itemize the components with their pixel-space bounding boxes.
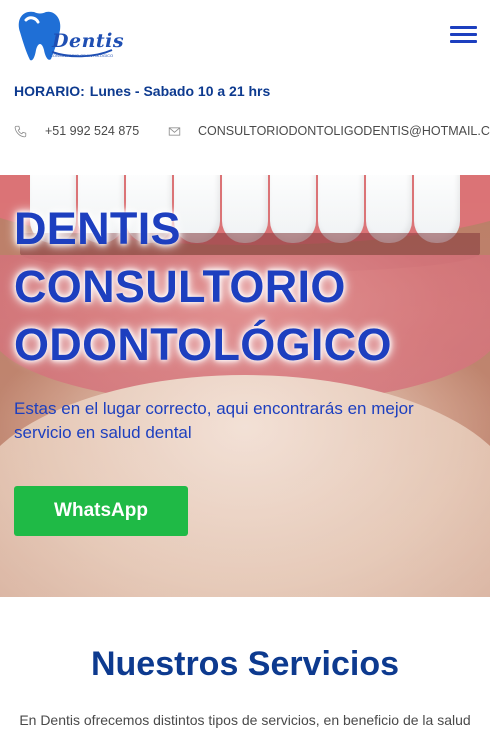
menu-bar (450, 40, 477, 43)
services-intro: En Dentis ofrecemos distintos tipos de s… (19, 712, 471, 728)
email-contact[interactable]: CONSULTORIODONTOLIGODENTIS@HOTMAIL.COM (168, 124, 490, 138)
phone-number: +51 992 524 875 (45, 124, 140, 138)
logo-tagline: CONSULTORIO ODONTOLÓGICO (50, 53, 114, 58)
hamburger-menu-icon[interactable] (450, 25, 477, 45)
whatsapp-button[interactable]: WhatsApp (14, 486, 188, 536)
services-title: Nuestros Servicios (90, 645, 400, 683)
mail-icon (168, 126, 181, 136)
dentis-logo[interactable]: Dentis CONSULTORIO ODONTOLÓGICO (14, 6, 124, 64)
logo-text: Dentis (52, 30, 125, 52)
hero-title: DENTIS CONSULTORIO ODONTOLÓGICO (14, 200, 392, 374)
schedule-value: Lunes - Sabado 10 a 21 hrs (89, 83, 271, 99)
hero-subtitle: Estas en el lugar correcto, aqui encontr… (14, 399, 414, 442)
site-header: Dentis CONSULTORIO ODONTOLÓGICO HORARIO:… (0, 0, 490, 175)
phone-icon (14, 125, 27, 137)
phone-contact[interactable]: +51 992 524 875 (14, 124, 139, 138)
hero-title-line: ODONTOLÓGICO (14, 319, 392, 370)
schedule-label: HORARIO: (14, 83, 85, 99)
menu-bar (450, 33, 477, 36)
hero-title-line: DENTIS (14, 203, 181, 254)
menu-bar (450, 26, 477, 29)
hero-title-line: CONSULTORIO (14, 261, 346, 312)
email-address: CONSULTORIODONTOLIGODENTIS@HOTMAIL.COM (198, 124, 490, 138)
schedule-text: HORARIO: Lunes - Sabado 10 a 21 hrs (14, 83, 270, 99)
